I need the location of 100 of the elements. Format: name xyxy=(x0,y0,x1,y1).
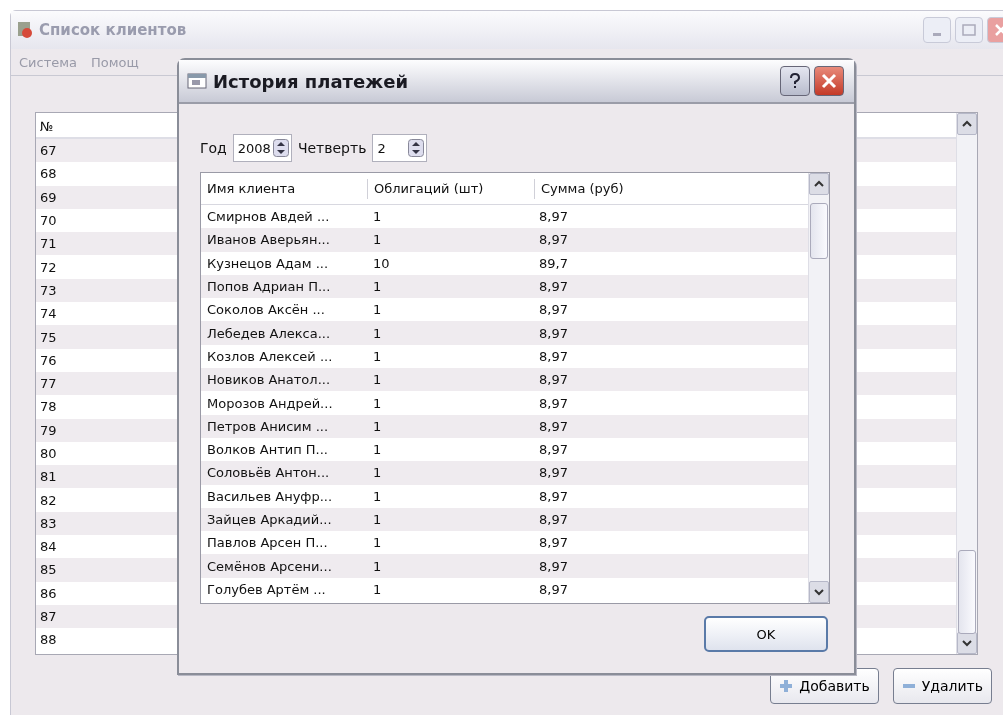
table-cell-text: 8,97 xyxy=(538,232,568,248)
table-cell-text: 8,97 xyxy=(538,558,568,574)
scrollbar[interactable] xyxy=(956,113,977,654)
table-cell-text: Лебедев Алекса... xyxy=(206,325,332,341)
table-cell: 81 xyxy=(40,469,57,485)
table-cell: 71 xyxy=(40,236,57,252)
table-cell: 77 xyxy=(40,376,57,392)
table-cell-text: 1 xyxy=(372,558,383,574)
table-cell-text: 8,97 xyxy=(538,512,568,527)
scroll-thumb[interactable] xyxy=(958,550,976,634)
table-cell-text: 1 xyxy=(372,232,383,248)
table-row[interactable]: Смирнов Авдей ... 1 8,97 xyxy=(201,205,808,229)
table-cell-text: Попов Адриан П... xyxy=(206,279,332,295)
table-cell-text: 8,97 xyxy=(538,465,568,481)
table-row[interactable]: Лебедев Алекса... 1 8,97 xyxy=(201,321,808,345)
column-header[interactable]: Имя клиента xyxy=(201,178,368,199)
table-cell-text: Петров Анисим ... xyxy=(206,418,330,434)
app-icon xyxy=(17,21,35,39)
table-row[interactable]: Кузнецов Адам ... 10 89,7 xyxy=(201,251,808,275)
table-row[interactable]: Голубев Артём ... 1 8,97 xyxy=(201,577,808,602)
column-header[interactable]: Сумма (руб) xyxy=(535,178,624,199)
table-cell-text: Смирнов Авдей ... xyxy=(206,209,331,225)
table-row[interactable]: Козлов Алексей ... 1 8,97 xyxy=(201,344,808,369)
table-cell-text: 8,97 xyxy=(538,325,568,341)
scroll-down-icon[interactable] xyxy=(814,588,824,596)
table-cell-text: 1 xyxy=(372,512,383,527)
table-cell-text: 8,97 xyxy=(538,302,568,318)
dialog-title: История платежей xyxy=(213,70,408,92)
spin-arrows-icon[interactable] xyxy=(407,139,424,157)
year-label: Год xyxy=(200,140,227,156)
table-cell-text: 8,97 xyxy=(538,348,568,364)
table-row[interactable]: Соловьёв Антон... 1 8,97 xyxy=(201,461,808,485)
table-row[interactable]: Попов Адриан П... 1 8,97 xyxy=(201,274,808,299)
table-cell-text: 8,97 xyxy=(538,488,568,504)
table-row[interactable]: Павлов Арсен П... 1 8,97 xyxy=(201,531,808,555)
table-cell: 75 xyxy=(40,329,57,345)
table-cell-text: Васильев Ануфр... xyxy=(206,488,334,504)
table-cell-text: Козлов Алексей ... xyxy=(206,348,334,364)
ok-button[interactable]: OK xyxy=(704,616,828,652)
table-cell: 83 xyxy=(40,515,57,531)
table-cell-text: 1 xyxy=(372,209,383,225)
scroll-up-icon[interactable] xyxy=(962,120,972,128)
year-spinner[interactable]: 2008 xyxy=(232,134,292,162)
minimize-icon xyxy=(933,32,941,36)
table-cell-text: 1 xyxy=(372,465,383,481)
close-button[interactable] xyxy=(814,66,844,96)
help-button[interactable] xyxy=(780,66,810,96)
table-cell-text: Соколов Аксён ... xyxy=(206,302,326,318)
window-title: Список клиентов xyxy=(39,21,187,39)
table-cell-text: 8,97 xyxy=(538,209,568,225)
table-cell-text: Иванов Аверьян... xyxy=(206,232,331,248)
table-cell-text: 8,97 xyxy=(538,372,568,388)
table-cell: 73 xyxy=(40,282,57,298)
table-cell-text: Кузнецов Адам ... xyxy=(206,255,330,271)
close-icon xyxy=(821,73,837,89)
quarter-spinner[interactable]: 2 xyxy=(372,134,427,162)
table-cell-text: 1 xyxy=(372,302,383,318)
table-cell-text: 1 xyxy=(372,348,383,364)
calendar-icon xyxy=(187,73,207,89)
table-row[interactable]: Волков Антип П... 1 8,97 xyxy=(201,437,808,462)
table-cell-text: Голубев Артём ... xyxy=(206,581,327,597)
table-row[interactable]: Семёнов Арсени... 1 8,97 xyxy=(201,554,808,578)
action-button[interactable]: Удалить xyxy=(892,668,992,704)
table-cell-text: 1 xyxy=(372,372,383,388)
plus-icon xyxy=(779,679,794,693)
table-row[interactable]: Новиков Анатол... 1 8,97 xyxy=(201,368,808,392)
table-cell-text: Зайцев Аркадий... xyxy=(206,512,333,527)
scroll-thumb[interactable] xyxy=(810,203,828,259)
table-row[interactable]: Васильев Ануфр... 1 8,97 xyxy=(201,484,808,508)
quarter-label: Четверть xyxy=(297,140,367,156)
table-cell-text: 1 xyxy=(372,488,383,504)
table-cell-text: 8,97 xyxy=(538,279,568,295)
scroll-down-icon[interactable] xyxy=(962,639,972,647)
table-row[interactable]: Морозов Андрей... 1 8,97 xyxy=(201,391,808,415)
table-cell-text: 1 xyxy=(372,279,383,295)
table-cell-text: 89,7 xyxy=(538,255,568,271)
table-cell-text: 1 xyxy=(372,395,383,411)
table-cell-text: Павлов Арсен П... xyxy=(206,535,329,551)
table-cell-text: 8,97 xyxy=(538,581,568,597)
spin-arrows-icon[interactable] xyxy=(272,139,289,157)
table-cell-text: 1 xyxy=(372,325,383,341)
table-cell-text: 8,97 xyxy=(538,535,568,551)
table-cell: 69 xyxy=(40,189,57,205)
table-row[interactable]: Петров Анисим ... 1 8,97 xyxy=(201,414,808,438)
column-header[interactable]: Облигаций (шт) xyxy=(368,178,535,199)
column-header[interactable]: № xyxy=(40,116,54,134)
question-icon xyxy=(789,73,801,89)
scrollbar[interactable] xyxy=(808,173,829,603)
table-row[interactable]: Зайцев Аркадий... 1 8,97 xyxy=(201,507,808,532)
table-cell-text: Волков Антип П... xyxy=(206,442,329,458)
table-cell: 85 xyxy=(40,562,57,578)
table-cell: 79 xyxy=(40,422,57,438)
scroll-up-icon[interactable] xyxy=(814,180,824,188)
table-cell-text: 1 xyxy=(372,442,383,458)
table-cell-text: Новиков Анатол... xyxy=(206,372,332,388)
table-row[interactable]: Соколов Аксён ... 1 8,97 xyxy=(201,298,808,322)
table-cell-text: 10 xyxy=(372,255,391,271)
table-cell: 87 xyxy=(40,609,57,625)
table-cell-text: 8,97 xyxy=(538,418,568,434)
table-row[interactable]: Иванов Аверьян... 1 8,97 xyxy=(201,228,808,252)
